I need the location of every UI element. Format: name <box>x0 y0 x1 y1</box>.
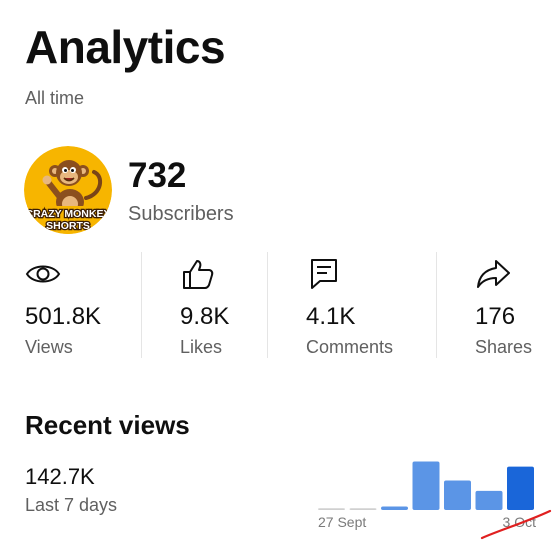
chart-bar[interactable] <box>318 508 345 510</box>
views-value: 501.8K <box>25 303 102 330</box>
recent-views-title: Recent views <box>25 410 190 440</box>
page-title: Analytics <box>25 21 226 73</box>
stat-divider <box>267 252 268 358</box>
recent-views-chart[interactable]: 27 Sept 3 Oct <box>310 450 560 540</box>
chart-bar[interactable] <box>507 466 534 510</box>
recent-views-period: Last 7 days <box>25 495 118 515</box>
shares-value: 176 <box>475 303 516 330</box>
chart-bar[interactable] <box>412 461 440 510</box>
period-label: All time <box>25 88 85 108</box>
chart-bar[interactable] <box>444 480 471 510</box>
stat-divider <box>141 252 142 358</box>
chart-bar[interactable] <box>381 506 408 510</box>
comments-value: 4.1K <box>306 303 356 330</box>
monkey-logo: CRAZY MONKEY SHORTS <box>24 146 112 234</box>
eye-icon <box>25 265 61 283</box>
likes-value: 9.8K <box>180 303 230 330</box>
svg-text:SHORTS: SHORTS <box>46 220 90 232</box>
comment-icon <box>311 259 337 289</box>
subscriber-label: Subscribers <box>128 203 234 225</box>
thumbs-up-icon <box>183 260 214 289</box>
likes-label: Likes <box>180 337 223 357</box>
shares-label: Shares <box>475 337 533 357</box>
chart-bar[interactable] <box>349 508 377 510</box>
views-label: Views <box>25 337 73 357</box>
chart-bar[interactable] <box>475 490 503 510</box>
channel-avatar[interactable]: CRAZY MONKEY SHORTS <box>24 146 112 234</box>
recent-views-value: 142.7K <box>25 464 95 489</box>
comments-label: Comments <box>306 337 394 357</box>
stat-divider <box>436 252 437 358</box>
subscriber-count: 732 <box>128 156 187 195</box>
x-tick-label: 27 Sept <box>318 514 366 530</box>
svg-text:CRAZY MONKEY: CRAZY MONKEY <box>26 208 111 220</box>
share-icon <box>477 260 510 288</box>
